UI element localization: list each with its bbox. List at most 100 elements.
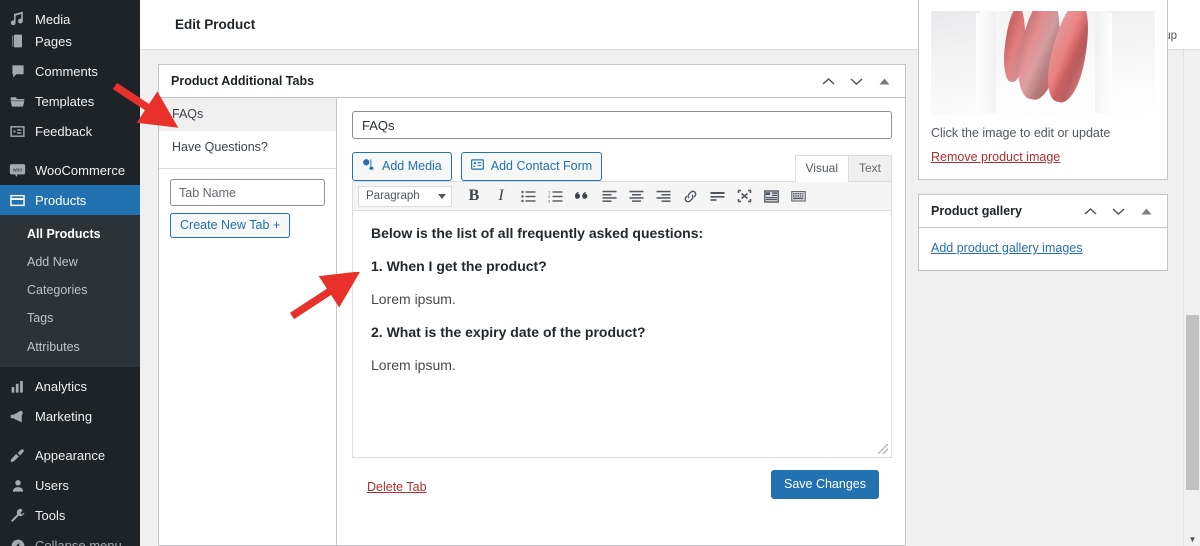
panel-footer: Delete Tab Save Changes (352, 458, 892, 516)
tab-name-input[interactable] (170, 179, 325, 206)
editor-heading: Below is the list of all frequently aske… (371, 225, 704, 241)
align-left-icon[interactable] (596, 184, 622, 208)
align-right-icon[interactable] (650, 184, 676, 208)
bold-icon[interactable]: B (461, 184, 487, 208)
right-sidebar: Click the image to edit or update Remove… (918, 0, 1168, 285)
create-new-tab-button[interactable]: Create New Tab + (170, 213, 291, 238)
gallery-move-up-icon[interactable] (1077, 199, 1103, 225)
tab-text[interactable]: Text (847, 155, 892, 182)
sidebar-item-templates[interactable]: Templates (0, 86, 140, 116)
add-contact-form-button[interactable]: Add Contact Form (460, 152, 603, 181)
panel-title: Product Additional Tabs (171, 74, 315, 88)
numbered-list-icon[interactable]: 123 (542, 184, 568, 208)
feedback-icon (9, 123, 26, 140)
sidebar-item-label: Feedback (35, 123, 93, 139)
add-product-gallery-images-link[interactable]: Add product gallery images (931, 241, 1082, 255)
save-changes-button[interactable]: Save Changes (770, 470, 879, 499)
scrollbar-down-arrow[interactable]: ▼ (1184, 535, 1200, 544)
paragraph-format-select[interactable]: Paragraph (358, 185, 452, 207)
link-icon[interactable] (677, 184, 703, 208)
editor-media-row: Add Media Add Contact Form Visual Text (352, 152, 892, 182)
fullscreen-icon[interactable] (731, 184, 757, 208)
sidebar-item-label: Users (35, 478, 69, 494)
panel-toggle-icon[interactable] (871, 69, 897, 95)
marketing-icon (9, 408, 26, 425)
sidebar-item-appearance[interactable]: Appearance (0, 441, 140, 471)
submenu-add-new[interactable]: Add New (0, 248, 140, 276)
media-icon (9, 9, 26, 26)
sidebar-item-label: WooCommerce (35, 162, 126, 178)
sidebar-item-label: Products (35, 192, 87, 208)
sidebar-item-woocommerce[interactable]: woo WooCommerce (0, 155, 140, 185)
svg-text:3: 3 (548, 198, 551, 203)
appearance-icon (9, 447, 26, 464)
italic-icon[interactable]: I (488, 184, 514, 208)
sidebar-item-products[interactable]: Products (0, 185, 140, 215)
add-contact-form-label: Add Contact Form (490, 159, 593, 173)
sidebar-item-analytics[interactable]: Analytics (0, 372, 140, 402)
sidebar-item-pages[interactable]: Pages (0, 26, 140, 56)
submenu-categories[interactable]: Categories (0, 276, 140, 304)
add-media-icon (361, 157, 376, 175)
products-submenu: All Products Add New Categories Tags Att… (0, 215, 140, 367)
remove-product-image-link[interactable]: Remove product image (931, 150, 1060, 164)
tab-title-input[interactable] (352, 111, 892, 139)
tab-list-column: FAQs Have Questions? Create New Tab + (159, 98, 337, 545)
svg-text:woo: woo (13, 167, 23, 173)
sidebar-item-label: Pages (35, 33, 72, 49)
tools-icon (9, 507, 26, 524)
sidebar-divider-2 (0, 432, 140, 441)
gallery-toggle-icon[interactable] (1133, 199, 1159, 225)
product-image[interactable] (931, 11, 1155, 115)
editor-toolbar: Paragraph B I 123 (352, 181, 892, 210)
read-more-icon[interactable] (704, 184, 730, 208)
editor-question-1: 1. When I get the product? (371, 258, 547, 274)
format-select-value: Paragraph (366, 190, 420, 202)
editor-view-tabs: Visual Text (794, 155, 892, 182)
blockquote-icon[interactable] (569, 184, 595, 208)
product-image-body: Click the image to edit or update Remove… (919, 0, 1167, 179)
sidebar-item-label: Comments (35, 63, 98, 79)
special-character-icon[interactable] (785, 184, 811, 208)
analytics-icon (9, 378, 26, 395)
product-image-wrap-right (1094, 13, 1113, 113)
sidebar-item-comments[interactable]: Comments (0, 56, 140, 86)
sidebar-item-feedback[interactable]: Feedback (0, 116, 140, 146)
panel-header-controls (815, 65, 897, 98)
page-scrollbar[interactable]: ▼ (1183, 50, 1200, 546)
sidebar-item-users[interactable]: Users (0, 471, 140, 501)
tab-list-item-faqs[interactable]: FAQs (159, 98, 336, 131)
toolbar-toggle-icon[interactable] (758, 184, 784, 208)
tab-list-item-have-questions[interactable]: Have Questions? (159, 131, 336, 164)
panel-body: FAQs Have Questions? Create New Tab + (159, 98, 905, 545)
woocommerce-icon: woo (9, 162, 26, 179)
product-image-wrap-left (975, 13, 996, 113)
editor-resize-handle[interactable] (878, 444, 888, 454)
sidebar-item-label: Analytics (35, 379, 88, 395)
sidebar-item-media[interactable]: Media (0, 0, 140, 26)
delete-tab-link[interactable]: Delete Tab (367, 480, 427, 494)
add-media-button[interactable]: Add Media (352, 152, 452, 181)
submenu-tags[interactable]: Tags (0, 304, 140, 332)
sidebar-item-collapse-menu[interactable]: Collapse menu (0, 531, 140, 546)
scrollbar-thumb[interactable] (1186, 315, 1199, 490)
sidebar-item-label: Marketing (35, 409, 93, 425)
add-media-label: Add Media (382, 159, 442, 173)
sidebar-item-marketing[interactable]: Marketing (0, 402, 140, 432)
editor-content-area[interactable]: Below is the list of all frequently aske… (352, 210, 892, 458)
admin-sidebar: Media Pages Comments Templates Feedback (0, 0, 140, 546)
panel-move-up-icon[interactable] (815, 69, 841, 95)
product-additional-tabs-panel: Product Additional Tabs FAQs Have Questi… (158, 64, 906, 546)
submenu-attributes[interactable]: Attributes (0, 333, 140, 361)
editor-question-2: 2. What is the expiry date of the produc… (371, 324, 646, 340)
page-title: Edit Product (175, 17, 256, 32)
sidebar-item-label: Tools (35, 508, 66, 524)
bulleted-list-icon[interactable] (515, 184, 541, 208)
gallery-move-down-icon[interactable] (1105, 199, 1131, 225)
editor-answer-1: Lorem ipsum. (371, 291, 456, 307)
align-center-icon[interactable] (623, 184, 649, 208)
tab-visual[interactable]: Visual (794, 155, 849, 182)
panel-move-down-icon[interactable] (843, 69, 869, 95)
sidebar-item-tools[interactable]: Tools (0, 501, 140, 531)
submenu-all-products[interactable]: All Products (0, 220, 140, 248)
